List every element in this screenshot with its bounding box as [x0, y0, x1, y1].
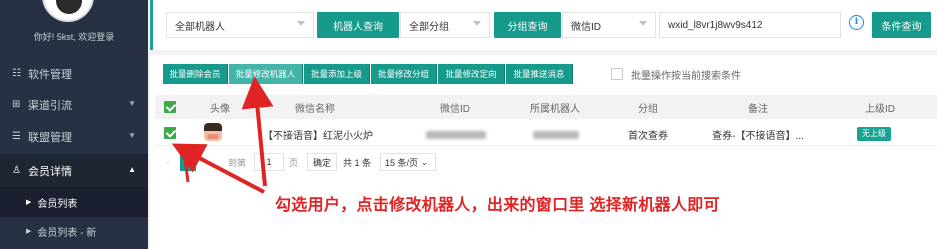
- arrow-to-checkbox-stem: [182, 149, 190, 183]
- arrow-to-checkbox: [171, 143, 265, 194]
- annotation-text: 勾选用户，点击修改机器人，出来的窗口里 选择新机器人即可: [275, 197, 720, 214]
- arrow-to-change-robot: [241, 76, 274, 187]
